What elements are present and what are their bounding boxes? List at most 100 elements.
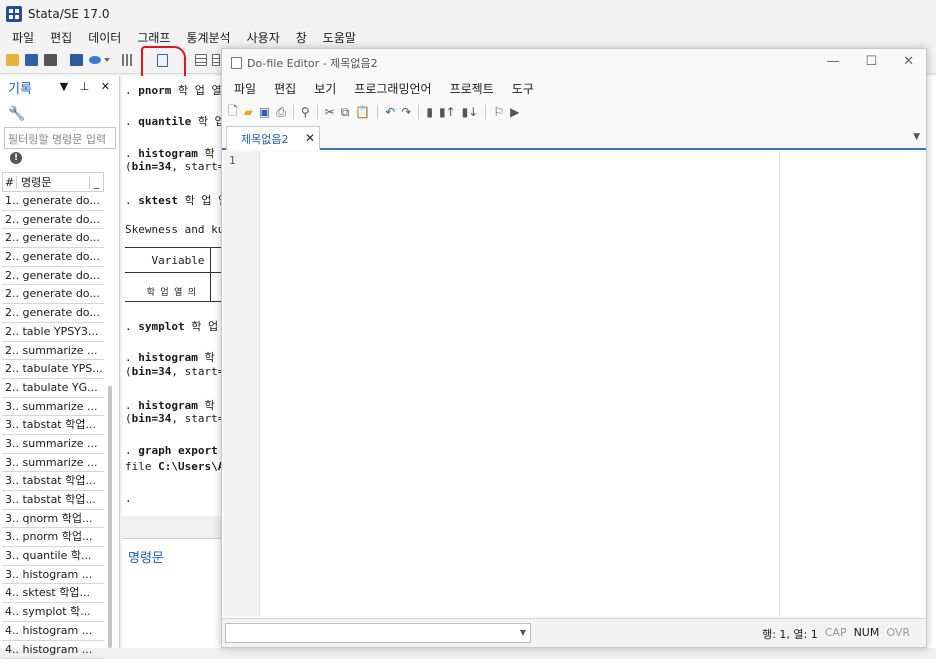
editor-menu-project[interactable]: 프로젝트 [450,80,494,97]
minimize-button[interactable]: — [826,54,839,69]
open-folder-icon[interactable]: ▰ [244,105,253,119]
save-icon[interactable]: ▣ [259,105,270,119]
history-row[interactable]: 3.. histogram ... [2,566,104,585]
caps-lock-indicator: CAP [825,626,847,642]
print-icon[interactable] [44,54,57,66]
result-line: . pnorm 학 업 열 의 [125,82,222,98]
column-command[interactable]: 명령문 [17,174,89,190]
history-row[interactable]: 4.. sktest 학업... [2,584,104,603]
history-scrollbar[interactable] [108,386,112,648]
history-row[interactable]: 4.. histogram ... [2,641,104,659]
menu-edit[interactable]: 편집 [50,29,72,46]
history-row[interactable]: 2.. generate do... [2,248,104,267]
result-line: . sktest 학 업 열 [125,192,222,208]
viewer-eye-icon[interactable] [89,56,101,64]
history-filter-input[interactable]: 필터링할 명령문 입력 [4,127,116,149]
show-file-icon[interactable]: ⚐ [493,105,504,119]
cut-icon[interactable]: ✂ [325,105,335,119]
history-row[interactable]: 2.. table YPSY3... [2,323,104,342]
tab-list-dropdown-icon[interactable]: ▼ [913,132,920,142]
history-row[interactable]: 3.. tabstat 학업... [2,416,104,435]
column-number[interactable]: # [3,176,17,189]
editor-menu-view[interactable]: 보기 [314,80,336,97]
editor-menu-edit[interactable]: 편집 [274,80,296,97]
history-row[interactable]: 4.. histogram ... [2,622,104,641]
menu-data[interactable]: 데이터 [88,29,121,46]
close-button[interactable]: ✕ [903,54,914,69]
graph-bar-icon[interactable] [122,54,133,66]
bookmark-icon[interactable]: ▮ [426,105,433,119]
toolbar-separator [418,105,419,119]
history-panel-controls[interactable]: ▼ ⊥ ✕ [60,80,114,93]
execute-do-icon[interactable]: ▶ [510,105,519,119]
save-icon[interactable] [25,54,38,66]
menu-user[interactable]: 사용자 [247,29,280,46]
table-rule [125,272,222,273]
paste-icon[interactable]: 📋 [355,105,370,119]
find-icon[interactable]: ⚲ [301,105,310,119]
history-row[interactable]: 2.. generate do... [2,285,104,304]
history-column-header: # 명령문 _ [2,172,104,192]
menu-statistics[interactable]: 통계분석 [186,29,230,46]
overwrite-indicator: OVR [886,626,910,642]
result-line: . [125,492,132,505]
history-row[interactable]: 3.. tabstat 학업... [2,491,104,510]
menu-window[interactable]: 창 [296,29,307,46]
result-line: . histogram 학 업 [125,145,222,161]
main-menu-bar: 파일 편집 데이터 그래프 통계분석 사용자 창 도움말 [0,27,936,48]
history-row[interactable]: 4.. symplot 학... [2,603,104,622]
log-icon[interactable] [70,54,83,66]
open-folder-icon[interactable] [6,54,19,66]
navigation-dropdown[interactable]: ▼ [225,623,531,643]
chevron-down-icon: ▼ [520,628,526,637]
result-line: Skewness and ku [125,223,222,236]
print-icon[interactable]: ⎙ [276,105,286,120]
history-row[interactable]: 3.. qnorm 학업... [2,510,104,529]
redo-icon[interactable]: ↷ [401,105,411,119]
history-row[interactable]: 1.. generate do... [2,192,104,211]
history-row[interactable]: 2.. generate do... [2,304,104,323]
copy-icon[interactable]: ⧉ [341,105,350,120]
tab-close-icon[interactable]: ✕ [305,131,315,145]
column-extra[interactable]: _ [89,176,103,189]
history-row[interactable]: 3.. summarize ... [2,398,104,417]
history-panel: 기록 ▼ ⊥ ✕ 🔧 필터링할 명령문 입력 ! # 명령문 _ 1.. gen… [0,76,120,648]
history-row[interactable]: 2.. generate do... [2,229,104,248]
history-row[interactable]: 2.. summarize ... [2,342,104,361]
menu-file[interactable]: 파일 [12,29,34,46]
data-browser-icon[interactable] [212,54,220,66]
history-row[interactable]: 2.. tabulate YG... [2,379,104,398]
history-row[interactable]: 2.. tabulate YPS... [2,360,104,379]
pane-splitter[interactable] [122,516,222,538]
history-row[interactable]: 3.. summarize ... [2,454,104,473]
editor-menu-language[interactable]: 프로그래밍언어 [354,80,431,97]
toolbar-separator [485,105,486,119]
history-row[interactable]: 3.. quantile 학... [2,547,104,566]
menu-graphics[interactable]: 그래프 [137,29,170,46]
chevron-down-icon[interactable] [104,58,110,64]
editor-menu-tools[interactable]: 도구 [512,80,534,97]
menu-help[interactable]: 도움말 [323,29,356,46]
result-line: . graph export [125,444,218,457]
command-pane[interactable]: 명령문 [122,538,222,648]
wrench-icon[interactable]: 🔧 [8,106,25,122]
undo-icon[interactable]: ↶ [385,105,395,119]
toolbar-separator [293,105,294,119]
editor-menu-file[interactable]: 파일 [234,80,256,97]
editor-text-area[interactable] [261,152,922,616]
tab-label: 제목없음2 [241,131,288,147]
maximize-button[interactable]: ☐ [865,54,877,69]
history-row[interactable]: 3.. pnorm 학업... [2,528,104,547]
history-row[interactable]: 2.. generate do... [2,267,104,286]
tab-untitled[interactable]: 제목없음2 ✕ [226,126,320,150]
history-row[interactable]: 2.. generate do... [2,211,104,230]
command-title: 명령문 [128,547,164,566]
result-line: (bin=34, start= [125,160,222,173]
history-row[interactable]: 3.. tabstat 학업... [2,472,104,491]
previous-bookmark-icon[interactable]: ▮↑ [439,105,456,119]
do-file-editor-window: Do-file Editor - 제목없음2 — ☐ ✕ 파일 편집 보기 프로… [221,48,927,648]
history-row[interactable]: 3.. summarize ... [2,435,104,454]
data-editor-icon[interactable] [195,54,207,66]
next-bookmark-icon[interactable]: ▮↓ [462,105,479,119]
new-file-icon[interactable]: 🗋 [228,102,238,123]
